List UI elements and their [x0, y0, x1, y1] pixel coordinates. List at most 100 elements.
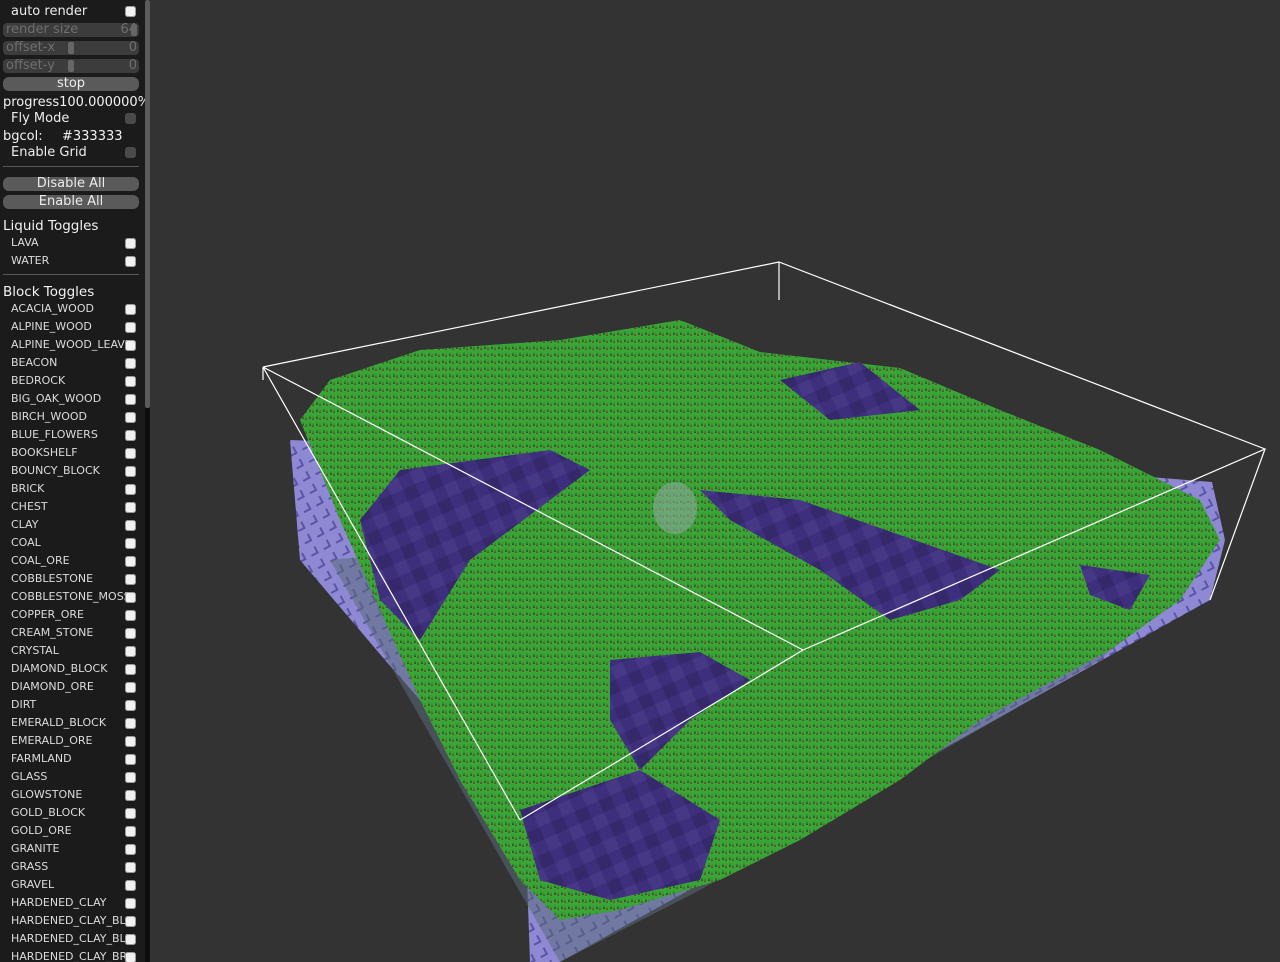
auto-render-checkbox[interactable]: [125, 6, 136, 17]
render-size-slider-thumb[interactable]: [131, 24, 137, 36]
block-toggle-cream-stone[interactable]: CREAM_STONE: [0, 624, 142, 642]
offset-y-label: offset-y: [6, 58, 55, 73]
stop-button[interactable]: stop: [3, 77, 139, 91]
disable-all-button[interactable]: Disable All: [3, 177, 139, 191]
block-toggle-birch-wood[interactable]: BIRCH_WOOD: [0, 408, 142, 426]
block-toggle-emerald-ore[interactable]: EMERALD_ORE: [0, 732, 142, 750]
block-toggle-checkbox[interactable]: [125, 844, 136, 855]
block-toggle-crystal[interactable]: CRYSTAL: [0, 642, 142, 660]
block-toggle-bouncy-block[interactable]: BOUNCY_BLOCK: [0, 462, 142, 480]
liquid-toggle-water[interactable]: WATER: [0, 252, 142, 270]
block-toggle-hardened-clay-blue[interactable]: HARDENED_CLAY_BLUE: [0, 930, 142, 948]
block-toggle-checkbox[interactable]: [125, 952, 136, 962]
block-toggle-farmland[interactable]: FARMLAND: [0, 750, 142, 768]
block-toggle-cobblestone[interactable]: COBBLESTONE: [0, 570, 142, 588]
block-toggle-checkbox[interactable]: [125, 826, 136, 837]
block-toggle-hardened-clay-black[interactable]: HARDENED_CLAY_BLACK: [0, 912, 142, 930]
block-toggle-checkbox[interactable]: [125, 376, 136, 387]
block-toggle-alpine-wood-leaves[interactable]: ALPINE_WOOD_LEAVES: [0, 336, 142, 354]
block-toggle-label: HARDENED_CLAY_BLUE: [11, 932, 129, 945]
block-toggle-big-oak-wood[interactable]: BIG_OAK_WOOD: [0, 390, 142, 408]
block-toggle-checkbox[interactable]: [125, 304, 136, 315]
offset-x-slider-thumb[interactable]: [68, 42, 74, 54]
block-toggle-checkbox[interactable]: [125, 592, 136, 603]
block-toggle-coal[interactable]: COAL: [0, 534, 142, 552]
block-toggle-brick[interactable]: BRICK: [0, 480, 142, 498]
block-toggle-coal-ore[interactable]: COAL_ORE: [0, 552, 142, 570]
block-toggle-granite[interactable]: GRANITE: [0, 840, 142, 858]
enable-grid-checkbox[interactable]: [125, 147, 136, 158]
block-toggle-label: GOLD_ORE: [11, 824, 72, 837]
block-toggle-checkbox[interactable]: [125, 394, 136, 405]
render-size-slider[interactable]: render size 64: [3, 23, 139, 37]
block-toggle-blue-flowers[interactable]: BLUE_FLOWERS: [0, 426, 142, 444]
block-toggle-hardened-clay[interactable]: HARDENED_CLAY: [0, 894, 142, 912]
block-toggle-gravel[interactable]: GRAVEL: [0, 876, 142, 894]
block-toggle-checkbox[interactable]: [125, 448, 136, 459]
block-toggle-bedrock[interactable]: BEDROCK: [0, 372, 142, 390]
fly-mode-toggle[interactable]: Fly Mode: [0, 110, 142, 127]
block-toggle-checkbox[interactable]: [125, 862, 136, 873]
block-toggle-checkbox[interactable]: [125, 754, 136, 765]
block-toggle-checkbox[interactable]: [125, 808, 136, 819]
offset-x-slider[interactable]: offset-x 0: [3, 41, 139, 55]
block-toggle-checkbox[interactable]: [125, 574, 136, 585]
block-toggle-diamond-ore[interactable]: DIAMOND_ORE: [0, 678, 142, 696]
bgcol-row[interactable]: bgcol: #333333: [3, 128, 139, 145]
offset-y-slider-thumb[interactable]: [68, 60, 74, 72]
block-toggle-checkbox[interactable]: [125, 610, 136, 621]
block-toggle-chest[interactable]: CHEST: [0, 498, 142, 516]
block-toggle-gold-ore[interactable]: GOLD_ORE: [0, 822, 142, 840]
block-toggle-checkbox[interactable]: [125, 772, 136, 783]
block-toggle-acacia-wood[interactable]: ACACIA_WOOD: [0, 300, 142, 318]
block-toggle-checkbox[interactable]: [125, 934, 136, 945]
block-toggle-checkbox[interactable]: [125, 682, 136, 693]
block-toggle-checkbox[interactable]: [125, 556, 136, 567]
block-toggle-glass[interactable]: GLASS: [0, 768, 142, 786]
block-toggle-bookshelf[interactable]: BOOKSHELF: [0, 444, 142, 462]
block-toggle-checkbox[interactable]: [125, 466, 136, 477]
block-toggle-gold-block[interactable]: GOLD_BLOCK: [0, 804, 142, 822]
bgcol-value[interactable]: #333333: [62, 128, 123, 145]
block-toggle-checkbox[interactable]: [125, 664, 136, 675]
block-toggle-checkbox[interactable]: [125, 322, 136, 333]
block-toggle-checkbox[interactable]: [125, 790, 136, 801]
block-toggle-diamond-block[interactable]: DIAMOND_BLOCK: [0, 660, 142, 678]
block-toggle-cobblestone-mossy[interactable]: COBBLESTONE_MOSSY: [0, 588, 142, 606]
block-toggle-label: CHEST: [11, 500, 48, 513]
block-toggle-emerald-block[interactable]: EMERALD_BLOCK: [0, 714, 142, 732]
block-toggle-dirt[interactable]: DIRT: [0, 696, 142, 714]
block-toggle-checkbox[interactable]: [125, 358, 136, 369]
liquid-toggle-checkbox[interactable]: [125, 238, 136, 249]
block-toggle-glowstone[interactable]: GLOWSTONE: [0, 786, 142, 804]
block-toggle-checkbox[interactable]: [125, 520, 136, 531]
liquid-toggle-checkbox[interactable]: [125, 256, 136, 267]
voxel-terrain-viewport[interactable]: [150, 0, 1280, 962]
block-toggle-checkbox[interactable]: [125, 916, 136, 927]
block-toggle-checkbox[interactable]: [125, 484, 136, 495]
offset-y-slider[interactable]: offset-y 0: [3, 59, 139, 73]
block-toggle-checkbox[interactable]: [125, 700, 136, 711]
block-toggle-checkbox[interactable]: [125, 538, 136, 549]
block-toggle-hardened-clay-brown[interactable]: HARDENED_CLAY_BROWN: [0, 948, 142, 962]
block-toggle-checkbox[interactable]: [125, 736, 136, 747]
block-toggle-checkbox[interactable]: [125, 646, 136, 657]
block-toggle-checkbox[interactable]: [125, 502, 136, 513]
block-toggle-checkbox[interactable]: [125, 340, 136, 351]
block-toggle-clay[interactable]: CLAY: [0, 516, 142, 534]
block-toggle-checkbox[interactable]: [125, 880, 136, 891]
block-toggle-checkbox[interactable]: [125, 412, 136, 423]
block-toggle-beacon[interactable]: BEACON: [0, 354, 142, 372]
block-toggle-checkbox[interactable]: [125, 430, 136, 441]
block-toggle-checkbox[interactable]: [125, 898, 136, 909]
auto-render-toggle[interactable]: auto render: [0, 3, 142, 20]
block-toggle-copper-ore[interactable]: COPPER_ORE: [0, 606, 142, 624]
block-toggle-grass[interactable]: GRASS: [0, 858, 142, 876]
liquid-toggle-lava[interactable]: LAVA: [0, 234, 142, 252]
block-toggle-alpine-wood[interactable]: ALPINE_WOOD: [0, 318, 142, 336]
enable-grid-toggle[interactable]: Enable Grid: [0, 144, 142, 161]
fly-mode-checkbox[interactable]: [125, 113, 136, 124]
enable-all-button[interactable]: Enable All: [3, 195, 139, 209]
block-toggle-checkbox[interactable]: [125, 628, 136, 639]
block-toggle-checkbox[interactable]: [125, 718, 136, 729]
